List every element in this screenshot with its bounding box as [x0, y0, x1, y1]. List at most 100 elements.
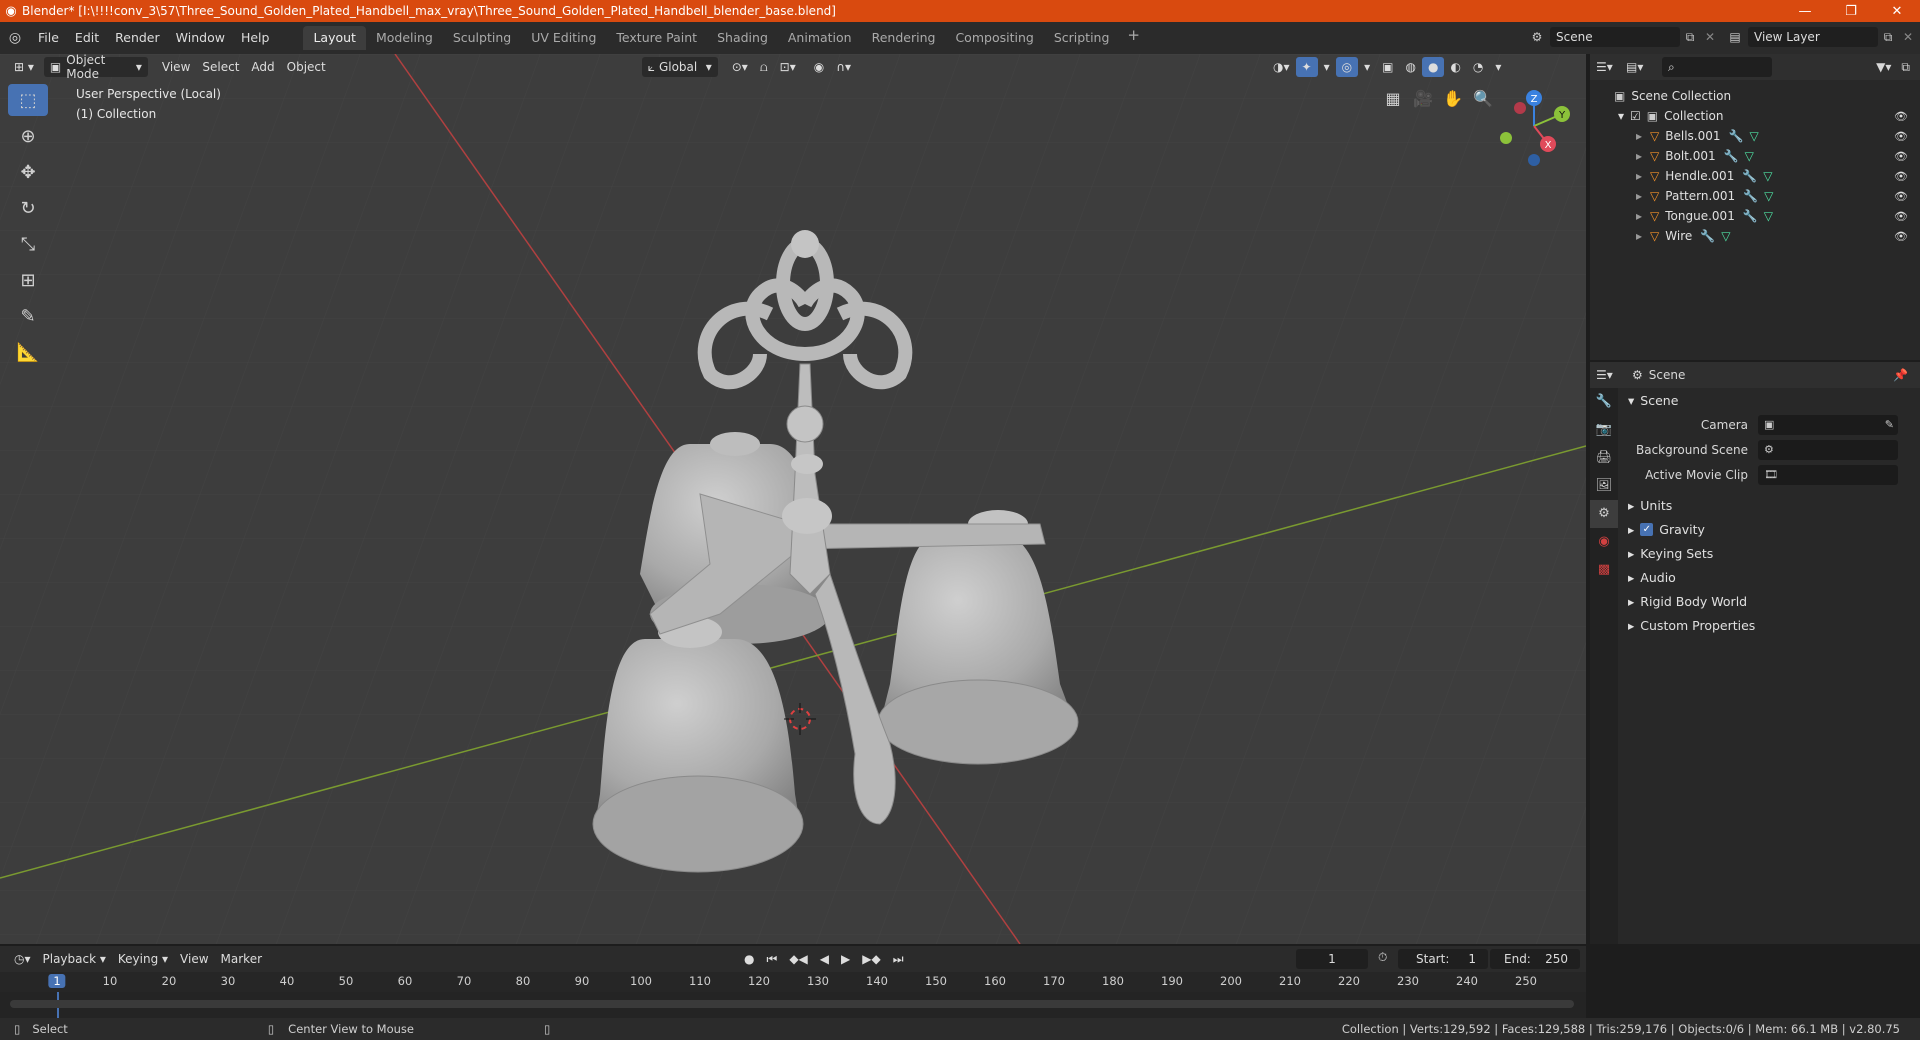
tab-compositing[interactable]: Compositing	[945, 26, 1043, 50]
material-shading-icon[interactable]: ◐	[1444, 57, 1466, 77]
tree-row-object[interactable]: ▸ ▽ Wire 🔧 ▽ 👁	[1590, 226, 1920, 246]
menu-add[interactable]: Add	[245, 57, 280, 77]
mesh-data-icon[interactable]: ▽	[1763, 169, 1772, 183]
rotate-tool-icon[interactable]: ↻	[8, 192, 48, 224]
filter-icon[interactable]: ▼▾	[1876, 60, 1891, 74]
scene-section-header[interactable]: ▾ Scene	[1622, 388, 1918, 412]
scale-tool-icon[interactable]: ⤡	[8, 228, 48, 260]
record-button[interactable]: ●	[738, 949, 760, 969]
tab-rendering[interactable]: Rendering	[862, 26, 946, 50]
units-section-header[interactable]: ▸ Units	[1622, 493, 1918, 517]
outliner-editor-icon[interactable]: ☰▾	[1596, 60, 1626, 74]
new-view-layer-icon[interactable]: ⧉	[1878, 30, 1898, 45]
eye-icon[interactable]: 👁	[1894, 110, 1908, 123]
close-button[interactable]: ✕	[1874, 0, 1920, 22]
eye-icon[interactable]: 👁	[1894, 210, 1908, 223]
mode-dropdown[interactable]: ▣ Object Mode ▾	[43, 54, 148, 81]
collapse-arrow-icon[interactable]: ▸	[1636, 189, 1642, 203]
tab-uv-editing[interactable]: UV Editing	[521, 26, 606, 50]
xray-icon[interactable]: ▣	[1376, 57, 1399, 77]
tab-scripting[interactable]: Scripting	[1044, 26, 1120, 50]
menu-help[interactable]: Help	[233, 27, 278, 49]
menu-render[interactable]: Render	[107, 27, 168, 49]
menu-object[interactable]: Object	[281, 57, 332, 77]
remove-scene-icon[interactable]: ✕	[1700, 30, 1720, 44]
tree-row-object[interactable]: ▸ ▽ Bolt.001 🔧 ▽ 👁	[1590, 146, 1920, 166]
play-reverse-button[interactable]: ◀	[814, 949, 835, 969]
checkbox-icon[interactable]: ☑	[1630, 109, 1641, 123]
eye-icon[interactable]: 👁	[1894, 230, 1908, 243]
gizmo-dropdown-icon[interactable]: ▾	[1318, 57, 1336, 77]
end-frame-field[interactable]: End: 250	[1490, 949, 1580, 969]
minimize-button[interactable]: —	[1782, 0, 1828, 22]
frame-tick-current[interactable]: 1	[48, 974, 66, 988]
pin-icon[interactable]: 📌	[1893, 368, 1908, 382]
solid-shading-icon[interactable]: ●	[1421, 57, 1445, 77]
modifier-wrench-icon[interactable]: 🔧	[1742, 169, 1757, 183]
properties-editor-icon[interactable]: ☰▾	[1596, 368, 1632, 382]
eyedropper-icon[interactable]: ✎	[1885, 418, 1894, 431]
collapse-arrow-icon[interactable]: ▸	[1636, 149, 1642, 163]
mesh-data-icon[interactable]: ▽	[1749, 129, 1758, 143]
orientation-dropdown[interactable]: ⟀ Global ▾	[641, 57, 718, 77]
pan-hand-icon[interactable]: ✋	[1438, 84, 1468, 112]
modifier-wrench-icon[interactable]: 🔧	[1729, 129, 1744, 143]
display-mode-icon[interactable]: ▤▾	[1626, 60, 1656, 74]
output-props-tab-icon[interactable]: 🖨	[1590, 444, 1618, 472]
gizmo-toggle-icon[interactable]: ✦	[1295, 57, 1318, 77]
render-props-tab-icon[interactable]: 📷	[1590, 416, 1618, 444]
current-frame-field[interactable]: 1	[1296, 949, 1368, 969]
gravity-checkbox[interactable]: ✓	[1640, 522, 1654, 536]
mesh-data-icon[interactable]: ▽	[1745, 149, 1754, 163]
timeline-scrollbar[interactable]	[10, 1000, 1574, 1008]
next-keyframe-button[interactable]: ▶◆	[856, 949, 886, 969]
collapse-arrow-icon[interactable]: ▸	[1636, 169, 1642, 183]
wireframe-shading-icon[interactable]: ◍	[1399, 57, 1421, 77]
annotate-tool-icon[interactable]: ✎	[8, 300, 48, 332]
collapse-arrow-icon[interactable]: ▸	[1636, 129, 1642, 143]
texture-props-tab-icon[interactable]: ▩	[1590, 556, 1618, 584]
camera-icon[interactable]: 🎥	[1408, 84, 1438, 112]
prev-keyframe-button[interactable]: ◆◀	[783, 949, 813, 969]
mesh-data-icon[interactable]: ▽	[1721, 229, 1730, 243]
move-tool-icon[interactable]: ✥	[8, 156, 48, 188]
eye-icon[interactable]: 👁	[1894, 130, 1908, 143]
measure-tool-icon[interactable]: 📐	[8, 336, 48, 368]
collapse-arrow-icon[interactable]: ▸	[1636, 229, 1642, 243]
rigid-body-world-section-header[interactable]: ▸ Rigid Body World	[1622, 589, 1918, 613]
tree-row-object[interactable]: ▸ ▽ Hendle.001 🔧 ▽ 👁	[1590, 166, 1920, 186]
menu-select[interactable]: Select	[196, 57, 245, 77]
menu-file[interactable]: File	[30, 27, 67, 49]
overlay-dropdown-icon[interactable]: ▾	[1358, 57, 1376, 77]
blender-menu-icon[interactable]: ◎	[0, 30, 30, 46]
camera-field[interactable]: ▣ ✎	[1758, 414, 1898, 435]
tab-sculpting[interactable]: Sculpting	[443, 26, 521, 50]
audio-section-header[interactable]: ▸ Audio	[1622, 565, 1918, 589]
menu-edit[interactable]: Edit	[67, 27, 107, 49]
active-movie-clip-field[interactable]: 🎞	[1758, 464, 1898, 485]
select-box-tool-icon[interactable]: ⬚	[8, 84, 48, 116]
tab-shading[interactable]: Shading	[707, 26, 778, 50]
shading-dropdown-icon[interactable]: ▾	[1489, 57, 1507, 77]
jump-end-button[interactable]: ⏭	[887, 949, 910, 969]
snap-target-icon[interactable]: ⊡▾	[774, 57, 802, 77]
remove-view-layer-icon[interactable]: ✕	[1898, 30, 1918, 44]
menu-playback[interactable]: Playback ▾	[37, 949, 112, 969]
new-collection-icon[interactable]: ⧉	[1901, 60, 1910, 75]
tool-props-tab-icon[interactable]: 🔧	[1590, 388, 1618, 416]
cursor-tool-icon[interactable]: ⊕	[8, 120, 48, 152]
expand-arrow-icon[interactable]: ▾	[1618, 109, 1624, 123]
menu-timeline-view[interactable]: View	[174, 949, 214, 969]
modifier-wrench-icon[interactable]: 🔧	[1743, 209, 1758, 223]
add-workspace-icon[interactable]: +	[1119, 26, 1148, 50]
start-frame-field[interactable]: Start: 1	[1398, 949, 1488, 969]
modifier-wrench-icon[interactable]: 🔧	[1700, 229, 1715, 243]
timeline-ruler[interactable]: 1 10 20 30 40 50 60 70 80 90 100 110 120…	[0, 972, 1586, 992]
visibility-icon[interactable]: ◑▾	[1267, 57, 1296, 77]
tab-modeling[interactable]: Modeling	[366, 26, 443, 50]
scene-props-tab-icon[interactable]: ⚙	[1590, 500, 1618, 528]
tree-row-object[interactable]: ▸ ▽ Bells.001 🔧 ▽ 👁	[1590, 126, 1920, 146]
scene-selector[interactable]: ⚙ Scene ⧉ ✕	[1524, 26, 1724, 48]
3d-viewport[interactable]: Z Y X ⊞ ▾ ▣ Object Mode ▾ View Select Ad…	[0, 54, 1586, 944]
eye-icon[interactable]: 👁	[1894, 150, 1908, 163]
